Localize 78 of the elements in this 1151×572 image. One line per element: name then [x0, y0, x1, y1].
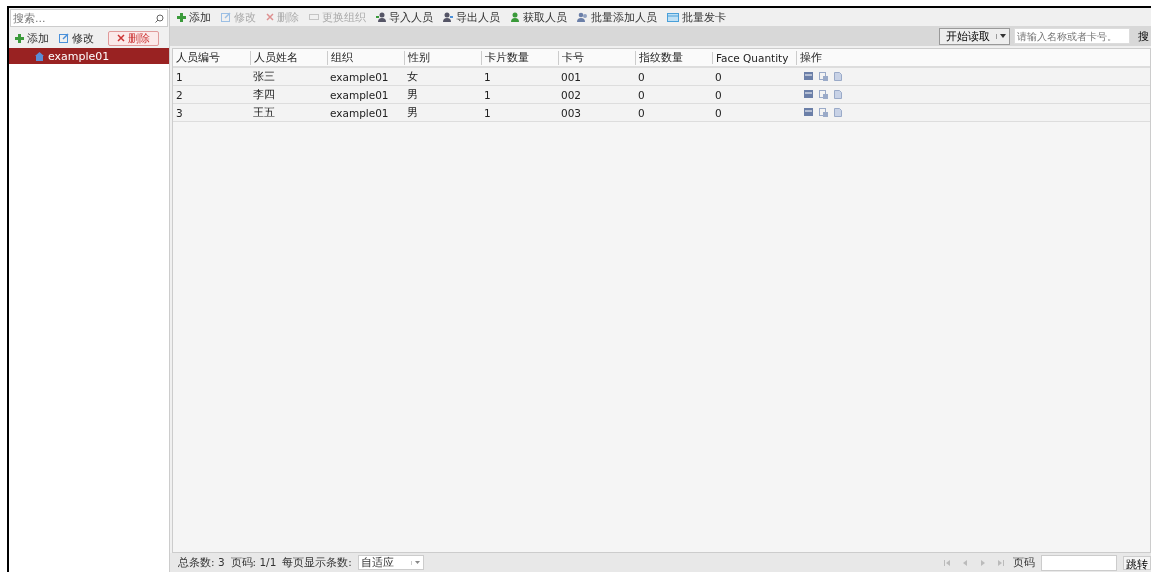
dropdown-icon[interactable]	[996, 33, 1009, 39]
table-cell-text: 1	[483, 70, 492, 83]
batch-button[interactable]: 批量添加人员	[572, 9, 662, 25]
fetch-button[interactable]: 获取人员	[505, 9, 572, 25]
table-cell-text: 张三	[252, 69, 276, 84]
table-cell-text: 0	[637, 88, 646, 101]
close-icon	[266, 13, 274, 21]
rectangle-icon	[309, 13, 319, 21]
table-cell-text: 王五	[252, 105, 276, 120]
table-cell-text: 女	[406, 69, 419, 84]
table-cell-text: 男	[406, 105, 419, 120]
plus-icon	[177, 12, 186, 22]
table-cell-text: 003	[560, 106, 583, 119]
table-cell-text: example01	[329, 70, 390, 83]
card-button[interactable]: 批量发卡	[662, 9, 731, 25]
page-field[interactable]	[1041, 554, 1117, 571]
table-cell-text: 0	[714, 70, 723, 83]
table-cell-text: 1	[483, 88, 492, 101]
first-page-icon[interactable]	[944, 559, 950, 566]
column-header[interactable]: 人员编号	[173, 50, 250, 65]
person-icon	[510, 12, 520, 22]
copy-icon[interactable]	[819, 72, 828, 81]
prev-page-icon[interactable]	[962, 559, 968, 566]
last-page-icon[interactable]	[998, 559, 1004, 566]
edit-button[interactable]: 修改	[55, 31, 98, 45]
card-icon[interactable]	[804, 72, 813, 80]
table-cell-text: example01	[329, 88, 390, 101]
import-button[interactable]: 导入人员	[371, 9, 438, 25]
people-icon	[577, 12, 588, 22]
add-button[interactable]: 添加	[11, 31, 53, 45]
card-icon	[667, 12, 679, 22]
footer-label: 每页显示条数:	[282, 555, 352, 570]
table-cell-text: example01	[329, 106, 390, 119]
table-cell-text: 男	[406, 87, 419, 102]
footer-label: 总条数: 3	[178, 555, 225, 570]
column-header[interactable]: 卡号	[558, 50, 635, 65]
column-header[interactable]: Face Quantity	[712, 51, 796, 64]
edit-icon	[59, 33, 69, 43]
card-icon[interactable]	[804, 90, 813, 98]
column-header[interactable]: 人员姓名	[250, 50, 327, 65]
table-cell-text: 0	[714, 106, 723, 119]
tree-item[interactable]: example01	[9, 48, 169, 64]
per-page-select[interactable]: 自适应	[357, 555, 424, 570]
copy-icon[interactable]	[819, 90, 828, 99]
add-button[interactable]: 添加	[172, 9, 216, 25]
column-header[interactable]: 卡片数量	[481, 50, 558, 65]
table-cell-text: 1	[175, 70, 184, 83]
search-button[interactable]: 搜	[1134, 28, 1151, 44]
search-field[interactable]: 搜索...	[10, 9, 168, 27]
footer-label: 页码	[1013, 555, 1035, 570]
table-cell-text: 0	[637, 106, 646, 119]
house-icon	[35, 51, 44, 61]
search-field[interactable]: 请输入名称或者卡号。	[1014, 28, 1130, 44]
table-cell-text: 李四	[252, 87, 276, 102]
next-page-icon[interactable]	[980, 559, 986, 566]
table-cell-text: 001	[560, 70, 583, 83]
table-cell-text: 0	[637, 70, 646, 83]
footer-label: 页码: 1/1	[230, 555, 277, 570]
export-button[interactable]: 导出人员	[438, 9, 505, 25]
table-cell-text: 0	[714, 88, 723, 101]
card-icon[interactable]	[804, 108, 813, 116]
table-cell-text: 3	[175, 106, 184, 119]
table-cell-text: 2	[175, 88, 184, 101]
close-icon	[117, 34, 125, 42]
person-icon	[443, 12, 453, 22]
table-cell-text: 1	[483, 106, 492, 119]
jump-button[interactable]: 跳转	[1123, 555, 1151, 570]
table-cell-text: 002	[560, 88, 583, 101]
search-icon[interactable]	[155, 13, 164, 23]
edit-icon	[221, 12, 231, 22]
column-header[interactable]: 操作	[796, 50, 856, 65]
column-header[interactable]: 指纹数量	[635, 50, 712, 65]
copy-icon[interactable]	[819, 108, 828, 117]
plus-icon	[15, 33, 24, 43]
delete-button[interactable]: 删除	[108, 30, 159, 46]
column-header[interactable]: 性别	[404, 50, 481, 65]
column-header[interactable]: 组织	[327, 50, 404, 65]
person-icon	[376, 12, 386, 22]
